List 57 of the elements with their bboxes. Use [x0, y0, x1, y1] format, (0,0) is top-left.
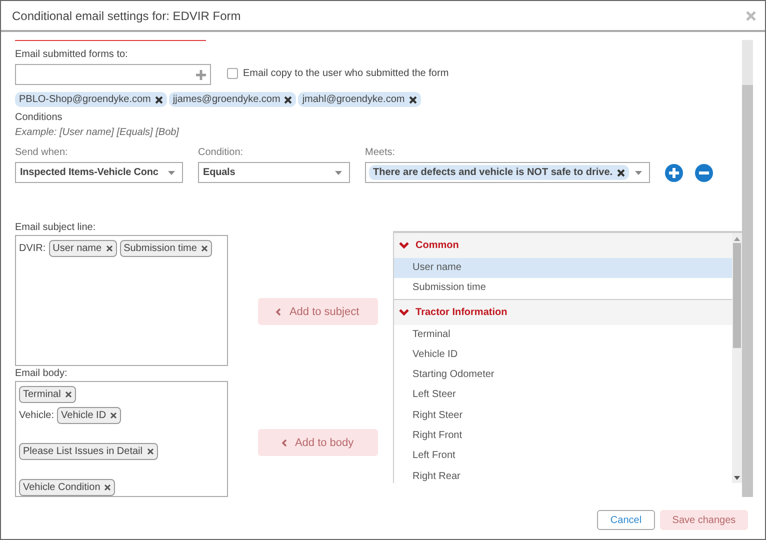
remove-icon: [110, 412, 118, 418]
remove-icon: [154, 96, 163, 104]
dropdown[interactable]: There are defects and vehicle is NOT safe to drive.: [365, 162, 650, 183]
plus-icon: [196, 70, 206, 80]
field-label: Email subject line:: [15, 221, 97, 235]
dropdown[interactable]: Equals: [198, 162, 350, 183]
remove-icon: [284, 96, 292, 104]
list-item[interactable]: Right Steer: [394, 406, 732, 426]
email-input-field[interactable]: [15, 64, 211, 85]
group-header[interactable]: Common: [394, 233, 732, 258]
remove-icon: [200, 244, 208, 252]
remove-icon: [104, 484, 112, 490]
chevron-left-icon: [282, 438, 287, 446]
remove-icon: [106, 244, 113, 252]
line-text: DVIR:: [19, 242, 46, 254]
field-label: Email submitted forms to:: [15, 48, 129, 62]
list-item[interactable]: User name: [394, 258, 732, 278]
window-title: Conditional email settings for: EDVIR Form: [12, 8, 241, 22]
caret-icon: [335, 170, 342, 174]
scrollbar[interactable]: [732, 233, 742, 483]
example-text: Example: [User name] [Equals] [Bob]: [15, 126, 180, 140]
list-item[interactable]: Left Steer: [394, 385, 732, 406]
list-item[interactable]: Terminal: [394, 324, 732, 345]
close-icon: [746, 10, 756, 20]
add-icon[interactable]: [665, 164, 683, 182]
cancel-button[interactable]: Cancel: [597, 510, 655, 530]
remove-icon: [408, 96, 417, 104]
remove-icon: [146, 448, 154, 454]
text-area[interactable]: Terminal Vehicle: Vehicle ID Please List Issues in Detail Vehicle Condition: [15, 381, 228, 497]
field-label: Meets:: [365, 146, 396, 160]
remove-icon: [616, 168, 625, 176]
field-label: Email body:: [15, 367, 68, 381]
checkbox[interactable]: [227, 68, 238, 79]
remove-icon[interactable]: [695, 164, 713, 182]
text-area[interactable]: DVIR: User name Submission time: [15, 235, 228, 366]
group-header[interactable]: Tractor Information: [394, 298, 732, 325]
scroll-down-icon: [734, 476, 740, 480]
list-item[interactable]: Vehicle ID: [394, 344, 732, 366]
chevron-left-icon: [276, 308, 282, 316]
list-item[interactable]: Left Front: [394, 446, 732, 467]
caret-icon: [168, 170, 175, 174]
field-label: Condition:: [198, 146, 244, 160]
dropdown[interactable]: Inspected Items-Vehicle Conc: [15, 162, 183, 183]
checkbox-label: Email copy to the user who submitted the form: [243, 68, 449, 79]
list-item[interactable]: Right Rear: [394, 466, 732, 483]
field-label: Send when:: [15, 146, 69, 160]
scrollbar[interactable]: [742, 40, 753, 497]
line-text: Vehicle:: [19, 410, 54, 420]
list-item[interactable]: Submission time: [394, 278, 732, 299]
chevron-down-icon: [398, 308, 409, 316]
list-item[interactable]: Right Front: [394, 426, 732, 446]
scroll-up-icon: [734, 237, 740, 241]
caret-icon: [635, 170, 642, 174]
section-title: Conditions: [15, 111, 64, 125]
list-item[interactable]: Starting Odometer: [394, 365, 732, 386]
chevron-down-icon: [398, 242, 409, 249]
remove-icon: [64, 390, 72, 398]
